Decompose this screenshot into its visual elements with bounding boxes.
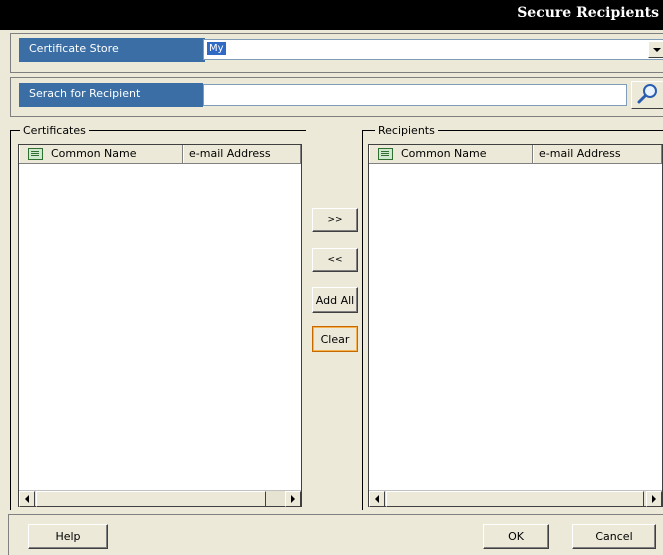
- recipients-column-common-name[interactable]: Common Name: [369, 145, 533, 163]
- recipients-column-email[interactable]: e-mail Address: [533, 145, 662, 163]
- arrow-right-icon: [652, 495, 656, 503]
- magnifier-icon: [637, 84, 657, 104]
- recipients-horizontal-scrollbar[interactable]: [369, 490, 662, 507]
- certificate-store-value: My: [207, 42, 226, 55]
- title-bar[interactable]: Secure Recipients: [0, 0, 663, 30]
- recipients-scroll-thumb[interactable]: [386, 491, 644, 507]
- certificates-list[interactable]: Common Name e-mail Address: [18, 144, 302, 507]
- clear-button[interactable]: Clear: [312, 326, 358, 352]
- list-column-icon: [378, 148, 393, 160]
- search-input[interactable]: [203, 84, 627, 106]
- certificates-column-common-name[interactable]: Common Name: [19, 145, 183, 163]
- certificates-legend: Certificates: [20, 124, 89, 137]
- arrow-left-icon: [375, 495, 379, 503]
- chevron-down-icon: [652, 47, 661, 52]
- list-column-icon: [28, 148, 43, 160]
- certificates-column-email[interactable]: e-mail Address: [183, 145, 301, 163]
- ok-button[interactable]: OK: [483, 524, 549, 549]
- certificate-store-label: Certificate Store: [19, 38, 205, 62]
- remove-recipient-button[interactable]: <<: [312, 248, 358, 272]
- recipients-list[interactable]: Common Name e-mail Address: [368, 144, 663, 507]
- arrow-right-icon: [291, 495, 295, 503]
- scroll-right-button[interactable]: [646, 491, 662, 507]
- certificates-horizontal-scrollbar[interactable]: [19, 490, 301, 507]
- help-button[interactable]: Help: [28, 524, 108, 549]
- window-title: Secure Recipients: [517, 5, 659, 21]
- arrow-left-icon: [25, 495, 29, 503]
- search-label: Serach for Recipient: [19, 83, 203, 107]
- recipients-list-header: Common Name e-mail Address: [369, 145, 662, 164]
- search-row: Serach for Recipient: [10, 77, 663, 117]
- certificates-scroll-thumb[interactable]: [36, 491, 266, 507]
- add-recipient-button[interactable]: >>: [312, 208, 358, 232]
- recipients-legend: Recipients: [375, 124, 438, 137]
- scroll-right-button[interactable]: [285, 491, 301, 507]
- scroll-left-button[interactable]: [369, 491, 385, 507]
- certificates-list-header: Common Name e-mail Address: [19, 145, 301, 164]
- scroll-left-button[interactable]: [19, 491, 35, 507]
- add-all-button[interactable]: Add All: [312, 287, 358, 313]
- search-button[interactable]: [631, 81, 663, 109]
- certificate-store-row: Certificate Store My: [10, 33, 663, 73]
- certificate-store-dropdown-button[interactable]: [648, 41, 663, 58]
- certificate-store-select[interactable]: My: [203, 39, 663, 60]
- cancel-button[interactable]: Cancel: [572, 524, 656, 549]
